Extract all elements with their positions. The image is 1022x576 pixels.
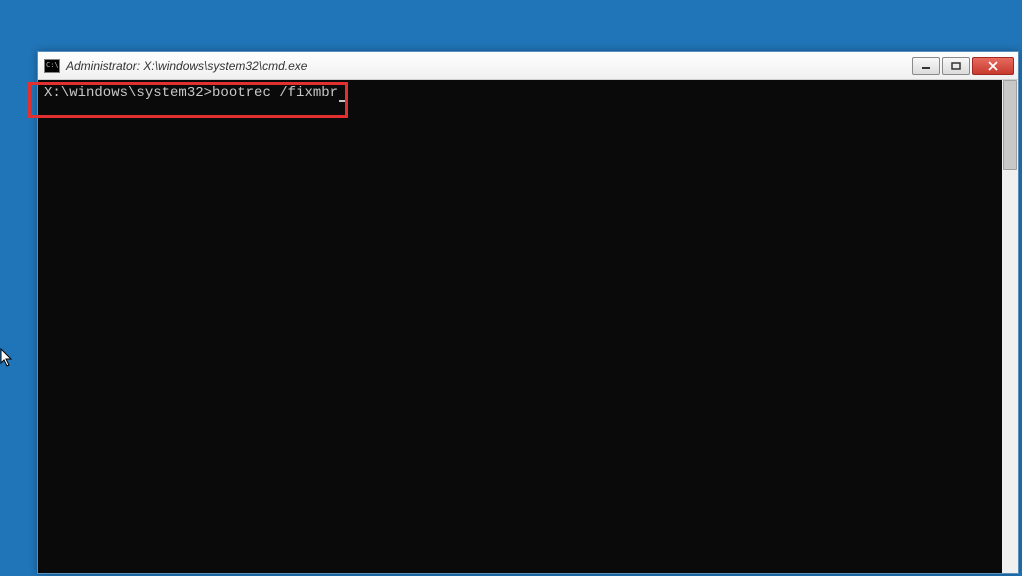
titlebar[interactable]: C:\ Administrator: X:\windows\system32\c…	[38, 52, 1018, 80]
minimize-button[interactable]	[912, 57, 940, 75]
text-cursor	[339, 100, 347, 102]
scrollbar-thumb[interactable]	[1003, 80, 1017, 170]
prompt-text: X:\windows\system32>	[44, 85, 212, 101]
vertical-scrollbar[interactable]	[1002, 80, 1018, 573]
maximize-button[interactable]	[942, 57, 970, 75]
terminal-area: X:\windows\system32>bootrec /fixmbr	[38, 80, 1018, 573]
close-button[interactable]	[972, 57, 1014, 75]
mouse-cursor-icon	[0, 348, 16, 370]
command-text: bootrec /fixmbr	[212, 85, 338, 101]
cmd-icon: C:\	[44, 59, 60, 73]
command-line: X:\windows\system32>bootrec /fixmbr	[44, 84, 996, 102]
close-icon	[987, 61, 999, 71]
window-controls	[912, 57, 1018, 75]
minimize-icon	[921, 62, 931, 70]
maximize-icon	[951, 62, 961, 70]
cmd-window: C:\ Administrator: X:\windows\system32\c…	[37, 51, 1019, 574]
cmd-icon-text: C:\	[46, 62, 59, 69]
window-title: Administrator: X:\windows\system32\cmd.e…	[66, 59, 912, 73]
terminal[interactable]: X:\windows\system32>bootrec /fixmbr	[38, 80, 1002, 573]
